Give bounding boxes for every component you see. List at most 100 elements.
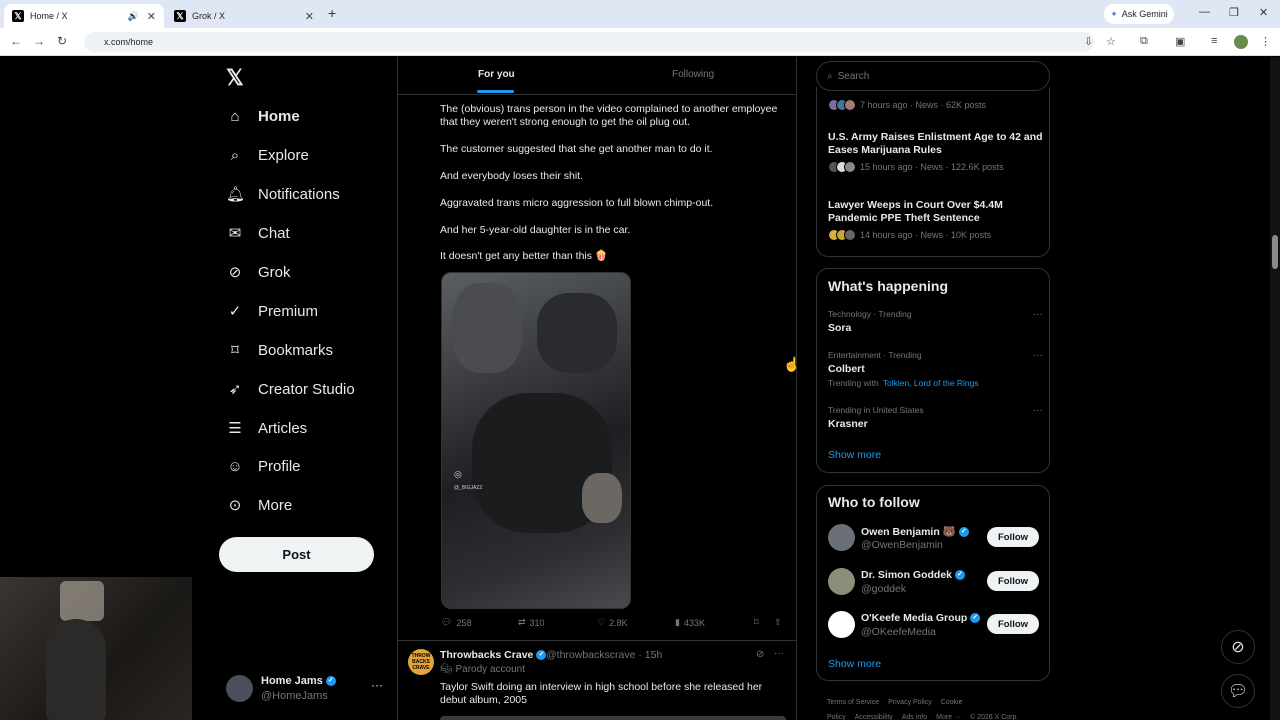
more-icon[interactable]: ··· [1033, 405, 1043, 416]
sidebar-item-grok[interactable]: ⊘ Grok [226, 257, 291, 287]
close-tab-icon[interactable]: ✕ [147, 10, 156, 23]
avatar[interactable] [828, 524, 855, 551]
follow-button[interactable]: Follow [987, 614, 1039, 634]
news-item[interactable]: U.S. Army Raises Enlistment Age to 42 an… [828, 131, 1043, 173]
extensions-icon[interactable]: ⧉ [1140, 35, 1148, 48]
restore-icon[interactable]: ❐ [1229, 6, 1239, 19]
follow-button[interactable]: Follow [987, 571, 1039, 591]
x-logo-icon[interactable]: 𝕏 [226, 65, 244, 91]
more-icon[interactable]: ··· [1033, 309, 1043, 320]
tab-for-you[interactable]: For you [478, 69, 515, 80]
trend-item[interactable]: Trending in United States Krasner ··· [828, 405, 1043, 430]
window-close-icon[interactable]: ✕ [1259, 6, 1268, 19]
post-paragraph: The (obvious) trans person in the video … [440, 103, 778, 128]
browser-tab-home[interactable]: 𝕏 Home / X 🔊 ✕ [4, 4, 164, 28]
follow-name[interactable]: Dr. Simon Goddek ✓ [861, 569, 966, 581]
footer-link[interactable]: Ads info [902, 714, 927, 720]
trend-with: Trending with Tolkien, Lord of the Rings [828, 378, 979, 388]
trend-item[interactable]: Entertainment · Trending Colbert Trending … [828, 350, 1043, 388]
more-icon[interactable]: ··· [1033, 350, 1043, 361]
tab-following[interactable]: Following [672, 69, 714, 80]
follow-name[interactable]: Owen Benjamin 🐻 ✓ [861, 525, 969, 538]
minimize-icon[interactable]: — [1199, 6, 1210, 18]
ask-gemini-button[interactable]: ✦ Ask Gemini [1104, 4, 1174, 24]
star-icon[interactable]: ☆ [1106, 35, 1116, 48]
chrome-menu-icon[interactable]: ⋮ [1260, 35, 1271, 48]
next-post[interactable]: THROW BACKS CRAVE Throwbacks Crave ✓ @thr… [398, 640, 796, 720]
browser-profile-avatar[interactable] [1234, 35, 1248, 49]
post-button[interactable]: Post [219, 537, 374, 572]
footer-link[interactable]: Accessibility [855, 714, 893, 720]
sidebar-item-chat[interactable]: ✉ Chat [226, 218, 290, 248]
post-paragraph: Aggravated trans micro aggression to ful… [440, 197, 714, 209]
reading-list-icon[interactable]: ≡ [1211, 35, 1217, 47]
sidebar-item-more[interactable]: ⊙ More [226, 490, 292, 520]
sidebar-item-premium[interactable]: ✓ Premium [226, 296, 318, 326]
grok-icon[interactable]: ⊘ [756, 649, 764, 660]
footer-link[interactable]: © 2026 X Corp. [970, 714, 1018, 720]
news-item[interactable]: 7 hours ago · News · 62K posts [828, 95, 1043, 111]
post-media-thumbnail[interactable] [440, 716, 786, 720]
more-circle-icon: ⊙ [228, 497, 242, 514]
browser-tab-grok[interactable]: 𝕏 Grok / X ✕ [166, 4, 322, 28]
follow-name[interactable]: O'Keefe Media Group ✓ [861, 612, 981, 624]
scrollbar-thumb[interactable] [1272, 235, 1278, 269]
speaker-icon[interactable]: 🔊 [128, 11, 139, 22]
repost-button[interactable]: ⇄ 310 [518, 617, 545, 628]
sidebar-item-home[interactable]: ⌂ Home [226, 101, 299, 131]
follow-handle: @OwenBenjamin [861, 539, 943, 551]
account-switcher[interactable]: Home Jams ✓ @HomeJams ··· [226, 673, 386, 707]
sidebar-item-notifications[interactable]: 🔔︎ Notifications [226, 179, 340, 209]
like-button[interactable]: ♡ 2.8K [597, 617, 628, 628]
share-button[interactable]: ⇪ [774, 617, 782, 628]
post-video[interactable]: ◎ @_BIGJAZZ [441, 272, 631, 609]
avatar[interactable] [828, 568, 855, 595]
follow-suggestion[interactable]: Owen Benjamin 🐻 ✓ @OwenBenjamin Follow [828, 524, 1043, 554]
avatar[interactable] [828, 611, 855, 638]
chat-fab-icon[interactable]: 💬︎ [1221, 674, 1255, 708]
reload-icon[interactable]: ↻ [57, 34, 67, 48]
post-author-name[interactable]: Throwbacks Crave ✓ [440, 649, 547, 661]
reply-button[interactable]: 💬︎ 258 [441, 617, 471, 628]
bookmark-button[interactable]: ⌑ [754, 617, 759, 628]
close-tab-icon[interactable]: ✕ [305, 10, 314, 23]
show-more-link[interactable]: Show more [828, 449, 881, 461]
sidebar-item-profile[interactable]: ☺ Profile [226, 451, 300, 481]
footer-link[interactable]: Terms of Service [827, 699, 879, 706]
x-favicon-icon: 𝕏 [12, 10, 24, 22]
sidebar-item-label: Articles [258, 419, 308, 437]
heart-icon: ♡ [597, 617, 606, 627]
install-icon[interactable]: ⇩ [1084, 35, 1093, 48]
sidebar-item-articles[interactable]: ☰ Articles [226, 413, 307, 443]
views-button[interactable]: ▮ 433K [675, 617, 705, 628]
follow-button[interactable]: Follow [987, 527, 1039, 547]
url-field[interactable]: x.com/home [84, 32, 1094, 52]
footer-link[interactable]: Privacy Policy [888, 699, 932, 706]
forward-icon[interactable]: → [33, 34, 45, 48]
sidebar-item-explore[interactable]: ⌕ Explore [226, 140, 309, 170]
tab-title: Home / X [30, 11, 68, 21]
page-scrollbar[interactable] [1270, 57, 1280, 720]
trend-name: Colbert [828, 363, 865, 375]
avatar[interactable]: THROW BACKS CRAVE [408, 649, 434, 675]
show-more-link[interactable]: Show more [828, 658, 881, 670]
sidebar-item-bookmarks[interactable]: ⌑ Bookmarks [226, 335, 333, 365]
follow-suggestion[interactable]: O'Keefe Media Group ✓ @OKeefeMedia Follow [828, 611, 1043, 641]
ask-gemini-label: Ask Gemini [1121, 9, 1168, 19]
grok-fab-icon[interactable]: ⊘ [1221, 630, 1255, 664]
follow-suggestion[interactable]: Dr. Simon Goddek ✓ @goddek Follow [828, 568, 1043, 598]
split-view-icon[interactable]: ▣ [1175, 35, 1185, 48]
footer-link[interactable]: More ··· [936, 714, 961, 720]
sidebar-item-creator-studio[interactable]: ➶ Creator Studio [226, 374, 355, 404]
mail-icon: ✉ [228, 225, 242, 242]
new-tab-icon[interactable]: + [328, 5, 336, 21]
trend-name: Krasner [828, 418, 868, 430]
trend-item[interactable]: Technology · Trending Sora ··· [828, 309, 1043, 334]
back-icon[interactable]: ← [10, 34, 22, 48]
more-icon[interactable]: ··· [371, 678, 383, 692]
trend-with-link[interactable]: Tolkien, Lord of the Rings [883, 378, 979, 388]
more-icon[interactable]: ··· [774, 648, 784, 659]
news-item[interactable]: Lawyer Weeps in Court Over $4.4M Pandemi… [828, 199, 1043, 241]
feed-tabs: For you Following [398, 57, 796, 95]
post-author-handle[interactable]: @throwbackscrave · 15h [546, 649, 662, 661]
